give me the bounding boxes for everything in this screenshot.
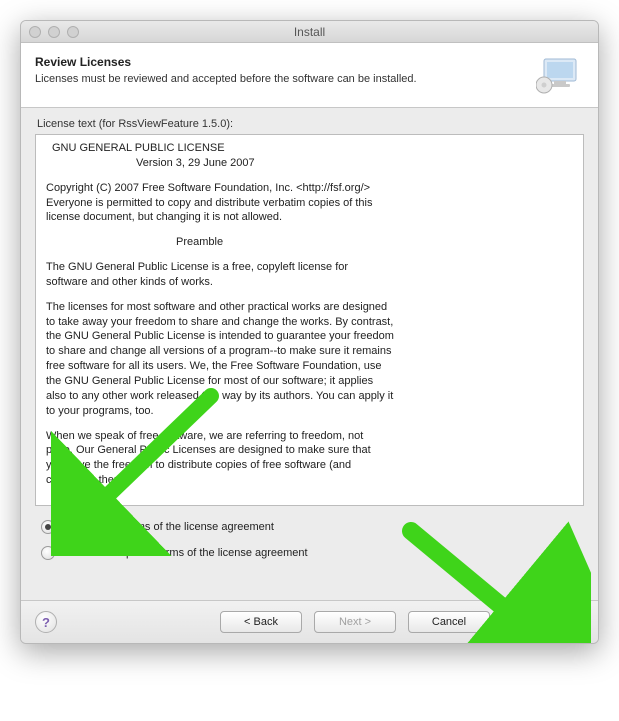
license-title: GNU GENERAL PUBLIC LICENSE [46, 141, 573, 156]
button-row: < Back Next > Cancel Finish [220, 611, 584, 633]
close-icon[interactable] [29, 26, 41, 38]
decline-radio[interactable]: I do not accept the terms of the license… [41, 546, 578, 560]
license-p2: The licenses for most software and other… [46, 300, 396, 419]
titlebar: Install [21, 21, 598, 43]
cancel-button[interactable]: Cancel [408, 611, 490, 633]
window-controls [21, 26, 79, 38]
install-icon [536, 55, 584, 95]
license-copyright: Copyright (C) 2007 Free Software Foundat… [46, 181, 376, 226]
radio-selected-icon [41, 520, 55, 534]
license-accept-group: I accept the terms of the license agreem… [35, 506, 584, 596]
wizard-subheading: Licenses must be reviewed and accepted b… [35, 73, 417, 85]
zoom-icon[interactable] [67, 26, 79, 38]
back-button[interactable]: < Back [220, 611, 302, 633]
decline-radio-label: I do not accept the terms of the license… [63, 547, 308, 559]
license-preamble-heading: Preamble [46, 235, 573, 250]
next-button: Next > [314, 611, 396, 633]
wizard-heading: Review Licenses [35, 55, 417, 69]
help-button[interactable]: ? [35, 611, 57, 633]
license-text-area[interactable]: GNU GENERAL PUBLIC LICENSE Version 3, 29… [35, 134, 584, 506]
license-version: Version 3, 29 June 2007 [46, 156, 573, 171]
window-title: Install [21, 25, 598, 39]
wizard-body: License text (for RssViewFeature 1.5.0):… [21, 108, 598, 600]
license-p1: The GNU General Public License is a free… [46, 260, 376, 290]
finish-button[interactable]: Finish [502, 611, 584, 633]
wizard-header: Review Licenses Licenses must be reviewe… [21, 43, 598, 108]
radio-unselected-icon [41, 546, 55, 560]
license-label: License text (for RssViewFeature 1.5.0): [35, 118, 584, 130]
install-window: Install Review Licenses Licenses must be… [20, 20, 599, 644]
license-p3: When we speak of free software, we are r… [46, 429, 376, 488]
accept-radio[interactable]: I accept the terms of the license agreem… [41, 520, 578, 534]
accept-radio-label: I accept the terms of the license agreem… [63, 521, 274, 533]
help-icon: ? [42, 615, 50, 630]
wizard-footer: ? < Back Next > Cancel Finish [21, 600, 598, 643]
minimize-icon[interactable] [48, 26, 60, 38]
wizard-header-text: Review Licenses Licenses must be reviewe… [35, 55, 417, 95]
